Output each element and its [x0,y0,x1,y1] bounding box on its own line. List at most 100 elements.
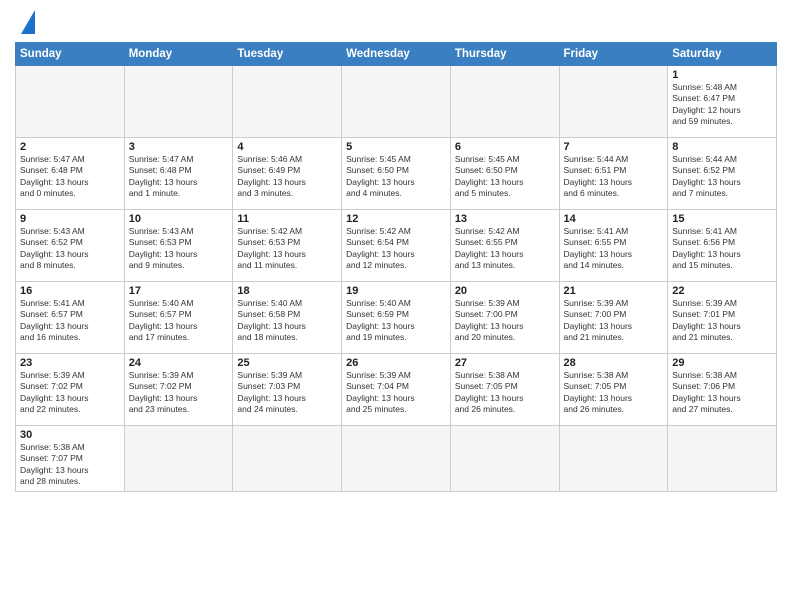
day-info: Sunrise: 5:47 AMSunset: 6:48 PMDaylight:… [129,154,229,200]
day-info: Sunrise: 5:45 AMSunset: 6:50 PMDaylight:… [455,154,555,200]
day-number: 17 [129,285,229,297]
logo [15,10,35,34]
calendar-cell: 6Sunrise: 5:45 AMSunset: 6:50 PMDaylight… [450,138,559,210]
day-info: Sunrise: 5:38 AMSunset: 7:05 PMDaylight:… [564,370,664,416]
calendar-cell: 28Sunrise: 5:38 AMSunset: 7:05 PMDayligh… [559,354,668,426]
day-info: Sunrise: 5:42 AMSunset: 6:55 PMDaylight:… [455,226,555,272]
day-number: 22 [672,285,772,297]
day-number: 27 [455,357,555,369]
calendar-cell: 7Sunrise: 5:44 AMSunset: 6:51 PMDaylight… [559,138,668,210]
calendar-week-2: 9Sunrise: 5:43 AMSunset: 6:52 PMDaylight… [16,210,777,282]
day-number: 18 [237,285,337,297]
day-info: Sunrise: 5:43 AMSunset: 6:53 PMDaylight:… [129,226,229,272]
day-info: Sunrise: 5:41 AMSunset: 6:56 PMDaylight:… [672,226,772,272]
day-number: 7 [564,141,664,153]
calendar-week-0: 1Sunrise: 5:48 AMSunset: 6:47 PMDaylight… [16,66,777,138]
day-info: Sunrise: 5:39 AMSunset: 7:03 PMDaylight:… [237,370,337,416]
calendar-week-4: 23Sunrise: 5:39 AMSunset: 7:02 PMDayligh… [16,354,777,426]
day-number: 4 [237,141,337,153]
weekday-header-saturday: Saturday [668,43,777,66]
day-number: 20 [455,285,555,297]
calendar-cell: 11Sunrise: 5:42 AMSunset: 6:53 PMDayligh… [233,210,342,282]
calendar-cell: 24Sunrise: 5:39 AMSunset: 7:02 PMDayligh… [124,354,233,426]
day-info: Sunrise: 5:39 AMSunset: 7:02 PMDaylight:… [129,370,229,416]
day-number: 3 [129,141,229,153]
calendar-cell: 13Sunrise: 5:42 AMSunset: 6:55 PMDayligh… [450,210,559,282]
calendar-cell: 22Sunrise: 5:39 AMSunset: 7:01 PMDayligh… [668,282,777,354]
day-info: Sunrise: 5:38 AMSunset: 7:07 PMDaylight:… [20,442,120,488]
day-info: Sunrise: 5:38 AMSunset: 7:05 PMDaylight:… [455,370,555,416]
day-info: Sunrise: 5:46 AMSunset: 6:49 PMDaylight:… [237,154,337,200]
day-number: 21 [564,285,664,297]
calendar-cell: 18Sunrise: 5:40 AMSunset: 6:58 PMDayligh… [233,282,342,354]
page: SundayMondayTuesdayWednesdayThursdayFrid… [0,0,792,502]
calendar-cell [16,66,125,138]
day-info: Sunrise: 5:39 AMSunset: 7:00 PMDaylight:… [455,298,555,344]
day-info: Sunrise: 5:47 AMSunset: 6:48 PMDaylight:… [20,154,120,200]
day-info: Sunrise: 5:39 AMSunset: 7:01 PMDaylight:… [672,298,772,344]
day-number: 5 [346,141,446,153]
day-info: Sunrise: 5:44 AMSunset: 6:52 PMDaylight:… [672,154,772,200]
calendar-cell: 19Sunrise: 5:40 AMSunset: 6:59 PMDayligh… [342,282,451,354]
day-info: Sunrise: 5:39 AMSunset: 7:02 PMDaylight:… [20,370,120,416]
calendar-cell [233,66,342,138]
calendar-cell: 5Sunrise: 5:45 AMSunset: 6:50 PMDaylight… [342,138,451,210]
day-number: 12 [346,213,446,225]
day-number: 25 [237,357,337,369]
calendar-cell [668,426,777,492]
day-number: 23 [20,357,120,369]
day-number: 9 [20,213,120,225]
calendar-cell: 4Sunrise: 5:46 AMSunset: 6:49 PMDaylight… [233,138,342,210]
day-number: 14 [564,213,664,225]
calendar-cell: 27Sunrise: 5:38 AMSunset: 7:05 PMDayligh… [450,354,559,426]
day-info: Sunrise: 5:42 AMSunset: 6:53 PMDaylight:… [237,226,337,272]
day-number: 28 [564,357,664,369]
calendar-cell [233,426,342,492]
calendar-cell [342,426,451,492]
day-number: 15 [672,213,772,225]
day-info: Sunrise: 5:43 AMSunset: 6:52 PMDaylight:… [20,226,120,272]
calendar-cell: 12Sunrise: 5:42 AMSunset: 6:54 PMDayligh… [342,210,451,282]
day-number: 13 [455,213,555,225]
calendar-cell: 3Sunrise: 5:47 AMSunset: 6:48 PMDaylight… [124,138,233,210]
day-number: 24 [129,357,229,369]
day-info: Sunrise: 5:41 AMSunset: 6:55 PMDaylight:… [564,226,664,272]
day-number: 6 [455,141,555,153]
weekday-header-wednesday: Wednesday [342,43,451,66]
calendar-cell: 26Sunrise: 5:39 AMSunset: 7:04 PMDayligh… [342,354,451,426]
calendar-cell [124,426,233,492]
calendar-cell: 23Sunrise: 5:39 AMSunset: 7:02 PMDayligh… [16,354,125,426]
day-number: 30 [20,429,120,441]
calendar-cell [450,426,559,492]
day-number: 10 [129,213,229,225]
calendar-cell: 15Sunrise: 5:41 AMSunset: 6:56 PMDayligh… [668,210,777,282]
calendar-cell: 21Sunrise: 5:39 AMSunset: 7:00 PMDayligh… [559,282,668,354]
day-info: Sunrise: 5:42 AMSunset: 6:54 PMDaylight:… [346,226,446,272]
calendar-cell [559,66,668,138]
calendar-cell [450,66,559,138]
calendar-cell [124,66,233,138]
calendar-cell: 8Sunrise: 5:44 AMSunset: 6:52 PMDaylight… [668,138,777,210]
calendar-cell: 14Sunrise: 5:41 AMSunset: 6:55 PMDayligh… [559,210,668,282]
calendar-cell: 2Sunrise: 5:47 AMSunset: 6:48 PMDaylight… [16,138,125,210]
day-number: 8 [672,141,772,153]
calendar-cell: 29Sunrise: 5:38 AMSunset: 7:06 PMDayligh… [668,354,777,426]
logo-triangle-icon [21,10,35,34]
day-info: Sunrise: 5:45 AMSunset: 6:50 PMDaylight:… [346,154,446,200]
calendar-cell: 30Sunrise: 5:38 AMSunset: 7:07 PMDayligh… [16,426,125,492]
calendar-cell: 9Sunrise: 5:43 AMSunset: 6:52 PMDaylight… [16,210,125,282]
calendar-week-5: 30Sunrise: 5:38 AMSunset: 7:07 PMDayligh… [16,426,777,492]
calendar-cell: 17Sunrise: 5:40 AMSunset: 6:57 PMDayligh… [124,282,233,354]
calendar-cell: 1Sunrise: 5:48 AMSunset: 6:47 PMDaylight… [668,66,777,138]
calendar-cell [342,66,451,138]
weekday-header-sunday: Sunday [16,43,125,66]
calendar-week-1: 2Sunrise: 5:47 AMSunset: 6:48 PMDaylight… [16,138,777,210]
day-number: 26 [346,357,446,369]
calendar-cell: 25Sunrise: 5:39 AMSunset: 7:03 PMDayligh… [233,354,342,426]
day-info: Sunrise: 5:40 AMSunset: 6:58 PMDaylight:… [237,298,337,344]
weekday-header-tuesday: Tuesday [233,43,342,66]
day-info: Sunrise: 5:39 AMSunset: 7:04 PMDaylight:… [346,370,446,416]
day-info: Sunrise: 5:44 AMSunset: 6:51 PMDaylight:… [564,154,664,200]
day-number: 29 [672,357,772,369]
day-info: Sunrise: 5:39 AMSunset: 7:00 PMDaylight:… [564,298,664,344]
